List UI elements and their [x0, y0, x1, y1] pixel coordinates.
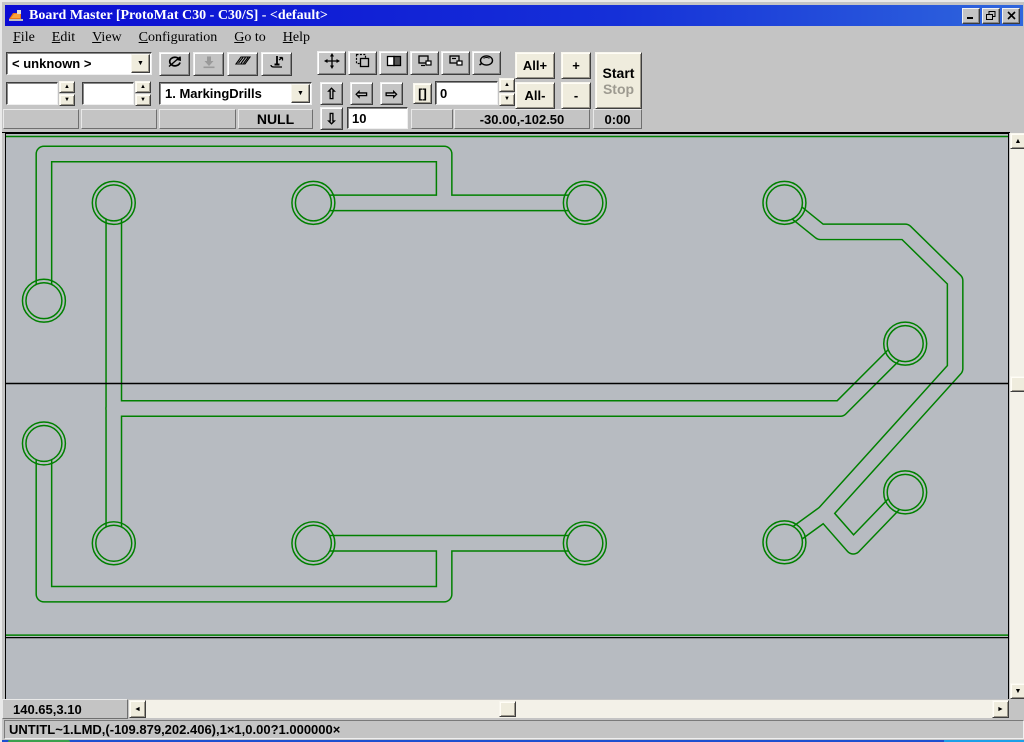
rotate-tool-button[interactable] — [159, 52, 190, 76]
close-icon — [1007, 11, 1016, 20]
status-cell-1 — [3, 109, 79, 129]
scrollbar-corner — [1009, 699, 1024, 719]
horizontal-scrollbar-thumb[interactable] — [499, 701, 516, 717]
pcb-layout-drawing — [6, 134, 1008, 699]
mirror-button[interactable] — [379, 51, 408, 75]
plus-button[interactable]: + — [561, 52, 591, 79]
bracket-button[interactable]: [] — [413, 83, 432, 104]
scroll-right-button[interactable]: ► — [992, 700, 1009, 718]
x-position-spinner[interactable]: ▲ ▼ — [59, 81, 75, 106]
scroll-left-icon: ◄ — [134, 706, 141, 713]
vertical-scrollbar[interactable]: ▲ ▼ — [1010, 133, 1024, 699]
elapsed-time-cell: 0:00 — [593, 109, 642, 129]
status-cell-2 — [81, 109, 157, 129]
chevron-down-icon[interactable]: ▼ — [131, 54, 150, 73]
minimize-button[interactable] — [962, 8, 980, 24]
vertical-scrollbar-thumb[interactable] — [1010, 376, 1024, 392]
scroll-up-button[interactable]: ▲ — [1010, 133, 1024, 149]
move-cross-icon — [323, 52, 341, 70]
spin-up-icon[interactable]: ▲ — [59, 81, 75, 93]
up-arrow-icon: ⇧ — [325, 87, 338, 102]
scroll-up-icon: ▲ — [1015, 138, 1022, 145]
spin-down-icon[interactable]: ▼ — [135, 94, 151, 106]
title-bar: Board Master [ProtoMat C30 - C30/S] - <d… — [5, 5, 1023, 26]
menu-item-go-to[interactable]: Go to — [226, 28, 275, 48]
board-view-canvas[interactable] — [5, 133, 1009, 699]
spin-up-icon[interactable]: ▲ — [135, 81, 151, 93]
app-icon — [8, 8, 24, 24]
production-phase-combobox[interactable]: 1. MarkingDrills ▼ — [159, 82, 312, 105]
menu-item-configuration[interactable]: Configuration — [131, 28, 227, 48]
step-size-field[interactable]: 10 — [347, 107, 408, 129]
window-title: Board Master [ProtoMat C30 - C30/S] - <d… — [29, 8, 960, 24]
menu-item-help[interactable]: Help — [275, 28, 319, 48]
restore-button[interactable] — [982, 8, 1000, 24]
cursor-position-box: 140.65,3.10 — [2, 699, 128, 719]
lower-head-button[interactable] — [193, 52, 224, 76]
start-stop-button[interactable]: Start Stop — [595, 52, 642, 109]
panel-step-alt-icon — [447, 52, 465, 70]
chevron-down-icon[interactable]: ▼ — [291, 84, 310, 103]
tool-exchange-button[interactable] — [261, 52, 292, 76]
minus-button[interactable]: - — [561, 82, 591, 109]
x-position-field[interactable] — [6, 82, 58, 105]
status-cell-4 — [411, 109, 453, 129]
close-button[interactable] — [1002, 8, 1020, 24]
rotate-slash-icon — [166, 53, 184, 71]
menu-item-file[interactable]: File — [5, 28, 44, 48]
y-position-field[interactable] — [82, 82, 134, 105]
down-arrow-icon: ⇩ — [325, 112, 338, 127]
jog-down-button[interactable]: ⇩ — [320, 107, 343, 130]
spin-down-icon[interactable]: ▼ — [499, 93, 515, 107]
tool-head-combobox[interactable]: < unknown > ▼ — [6, 52, 152, 75]
spin-up-icon[interactable]: ▲ — [499, 78, 515, 92]
tool-drop-icon — [268, 53, 286, 71]
hatched-area-icon — [233, 53, 253, 69]
minimize-icon — [966, 11, 976, 20]
arrow-down-to-bar-icon — [200, 53, 218, 71]
menu-bar: FileEditViewConfigurationGo toHelp — [5, 27, 1023, 48]
panel-step-icon — [416, 52, 434, 70]
spin-down-icon[interactable]: ▼ — [59, 94, 75, 106]
scroll-right-icon: ► — [997, 706, 1004, 713]
y-position-spinner[interactable]: ▲ ▼ — [135, 81, 151, 106]
scroll-left-button[interactable]: ◄ — [129, 700, 146, 718]
zoom-button[interactable] — [472, 51, 501, 75]
restore-icon — [986, 11, 996, 20]
start-label: Start — [603, 65, 635, 81]
move-button[interactable] — [317, 51, 346, 75]
all-plus-button[interactable]: All+ — [515, 52, 555, 79]
status-cell-3 — [159, 109, 236, 129]
jog-right-button[interactable]: ⇨ — [380, 82, 403, 105]
board-master-window: Board Master [ProtoMat C30 - C30/S] - <d… — [0, 0, 1024, 742]
dashed-copy-icon — [354, 52, 372, 70]
head-position-cell: -30.00,-102.50 — [454, 109, 590, 129]
tool-head-combobox-value: < unknown > — [7, 56, 131, 71]
magnifier-icon — [477, 52, 497, 70]
menu-item-edit[interactable]: Edit — [44, 28, 84, 48]
all-minus-button[interactable]: All- — [515, 82, 555, 109]
tool-status-cell: NULL — [238, 109, 313, 129]
scroll-down-button[interactable]: ▼ — [1010, 683, 1024, 699]
mirror-rects-icon — [385, 52, 403, 70]
count-spinner[interactable]: ▲ ▼ — [499, 78, 515, 106]
milling-area-button[interactable] — [227, 52, 258, 76]
production-phase-value: 1. MarkingDrills — [160, 86, 291, 101]
scroll-down-icon: ▼ — [1015, 688, 1022, 695]
step-repeat-x-button[interactable] — [410, 51, 439, 75]
copy-selection-button[interactable] — [348, 51, 377, 75]
status-bar: UNTITL~1.LMD,(-109.879,202.406),1×1,0.00… — [4, 720, 1024, 739]
jog-up-button[interactable]: ⇧ — [320, 82, 343, 105]
step-repeat-y-button[interactable] — [441, 51, 470, 75]
right-arrow-icon: ⇨ — [385, 87, 398, 102]
horizontal-scrollbar[interactable] — [146, 700, 992, 718]
stop-label: Stop — [603, 81, 634, 97]
count-field[interactable]: 0 — [435, 81, 498, 105]
jog-left-button[interactable]: ⇦ — [350, 82, 373, 105]
menu-item-view[interactable]: View — [84, 28, 131, 48]
left-arrow-icon: ⇦ — [355, 87, 368, 102]
